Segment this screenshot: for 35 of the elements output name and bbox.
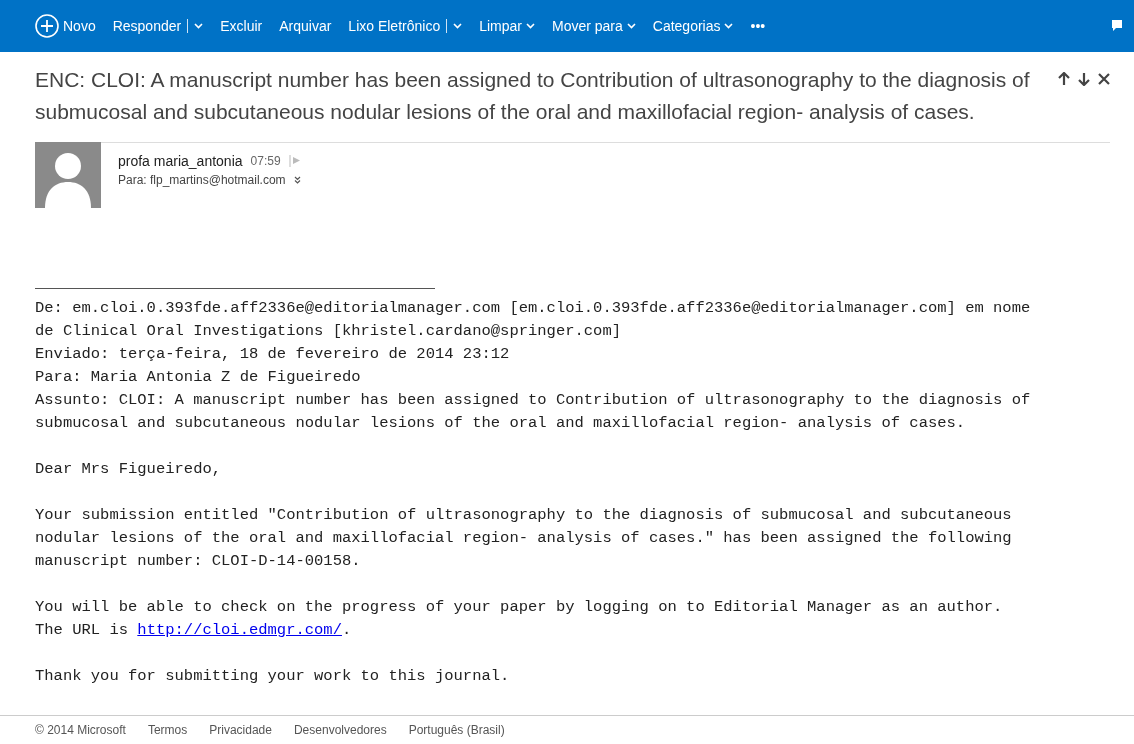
chat-icon[interactable] (1110, 19, 1122, 33)
paragraph: De: em.cloi.0.393fde.aff2336e@editorialmanager.com [em.cloi.0.393fde.aff2336e@editorialmanager.com] em nome de Clinical Oral Investigations [khristel.cardano@springer.com] Enviado: terça-feira, 18 de fevereiro de 2014 23:12 Para: Maria Antonia Z de Figueiredo Assunto: CLOI: A manuscript number has been assigned to Contribution of ultrasonography to the diagnosis of submucosal and subcutaneous nodular lesions of the oral and maxillofacial region- analysis of cases. (35, 298, 1032, 434)
avatar (35, 142, 101, 208)
paragraph: Thank you for submitting your work to this journal. (35, 666, 511, 687)
toolbar-button[interactable]: Categorias (652, 18, 734, 34)
message-subject: ENC: CLOI: A manuscript number has been assigned to Contribution of ultrasonography to the diagnosis of submucosal and subcutaneous nodular lesions of the oral and maxillofacial region- analysis of cases. (35, 67, 1031, 125)
double-chevron-icon[interactable] (293, 176, 301, 184)
link[interactable]: http://cloi.edmgr.com/ (137, 621, 342, 639)
footer-link[interactable]: Português (Brasil) (408, 723, 505, 737)
up-arrow-icon[interactable] (1058, 72, 1070, 86)
recipient: Para: flp_martins@hotmail.com (118, 173, 286, 187)
toolbar-button[interactable]: Novo (35, 14, 96, 38)
toolbar-button[interactable]: Excluir (220, 18, 263, 34)
paragraph: Dear Mrs Figueiredo, (35, 459, 223, 480)
toolbar-button[interactable]: Limpar (479, 18, 535, 34)
toolbar-button[interactable]: Responder (112, 18, 204, 34)
footer-link[interactable]: Privacidade (209, 723, 272, 737)
paragraph: You will be able to check on the progress of your paper by logging on to Editorial Manager as an author. The URL is http://cloi.edmgr.com/. (35, 597, 1004, 641)
paragraph: Your submission entitled "Contribution of ultrasonography to the diagnosis of submucosal and subcutaneous nodular lesions of the oral and maxillofacial region- analysis of cases." has been assigned the following manuscript number: CLOI-D-14-00158. (35, 505, 1013, 572)
toolbar-button[interactable]: ••• (750, 18, 766, 34)
chevron-down-icon (525, 23, 535, 29)
toolbar-button[interactable]: Arquivar (279, 18, 332, 34)
chevron-down-icon (453, 23, 463, 29)
toolbar-button[interactable]: Mover para (551, 18, 636, 34)
down-arrow-icon[interactable] (1078, 72, 1090, 86)
footer-link[interactable]: Desenvolvedores (293, 723, 387, 737)
chevron-down-icon (724, 23, 734, 29)
footer-link[interactable]: Termos (147, 723, 188, 737)
close-icon[interactable] (1098, 72, 1110, 86)
toolbar-button[interactable]: Lixo Eletrônico (348, 18, 463, 34)
message-time: 07:59 (250, 154, 281, 168)
chevron-down-icon (626, 23, 636, 29)
chevron-down-icon (194, 23, 204, 29)
sender-name: profa maria_antonia (118, 153, 243, 169)
plus-circle-icon (35, 14, 59, 38)
